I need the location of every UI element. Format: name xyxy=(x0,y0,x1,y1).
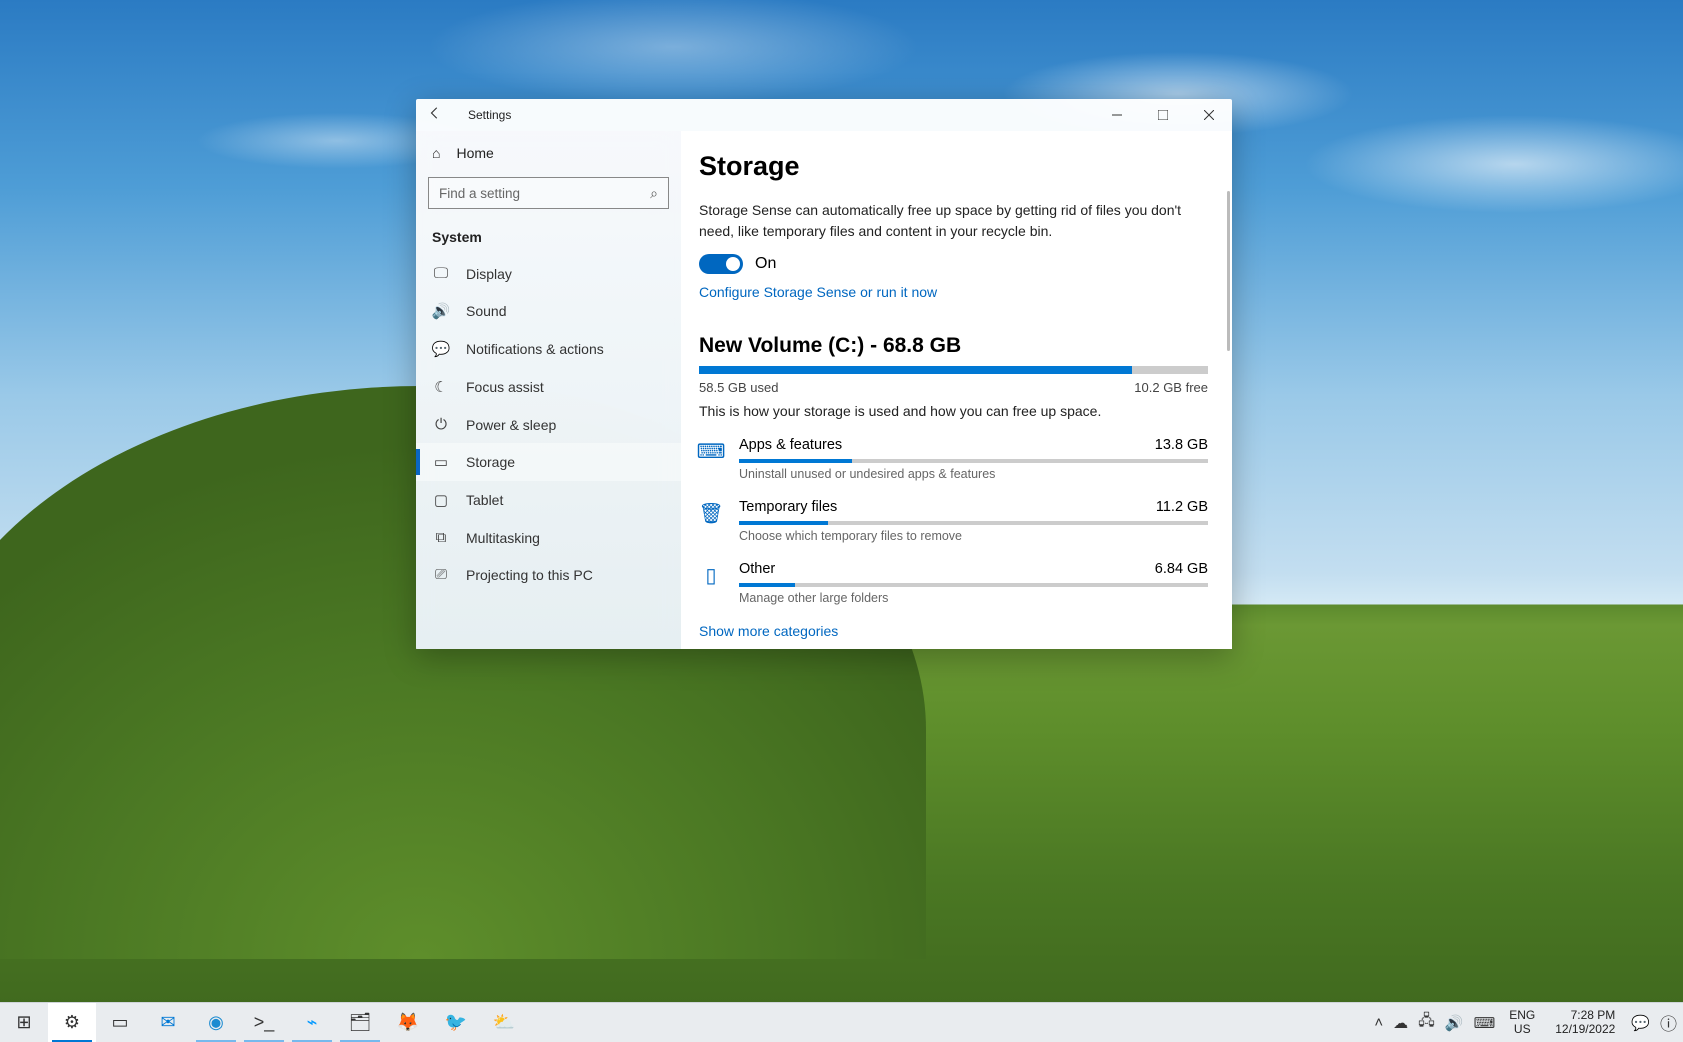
tablet-icon: ▢ xyxy=(432,491,450,509)
used-label: 58.5 GB used xyxy=(699,380,779,395)
focus-icon: ☾ xyxy=(432,378,450,396)
home-icon: ⌂ xyxy=(432,145,440,161)
settings-window: Settings ⌂ Home Find a setting ⌕ System … xyxy=(416,99,1232,649)
notifications-icon: 💬 xyxy=(432,340,450,358)
free-label: 10.2 GB free xyxy=(1134,380,1208,395)
page-title: Storage xyxy=(699,151,1208,182)
category-bar xyxy=(739,521,1208,525)
tray-keyboard-icon[interactable]: ⌨ xyxy=(1474,1014,1496,1032)
nav-item-power-sleep[interactable]: ⏻ Power & sleep xyxy=(416,406,681,443)
category-name: Apps & features xyxy=(739,437,842,453)
power-icon: ⏻ xyxy=(432,416,450,433)
category-bar xyxy=(739,583,1208,587)
configure-storage-sense-link[interactable]: Configure Storage Sense or run it now xyxy=(699,284,1208,300)
toggle-state-label: On xyxy=(755,255,776,273)
firefox-browser[interactable]: 🦊 xyxy=(384,1003,432,1042)
nav-label: Notifications & actions xyxy=(466,341,604,357)
nav-item-multitasking[interactable]: ⧉ Multitasking xyxy=(416,519,681,556)
minimize-button[interactable] xyxy=(1094,99,1140,131)
nav-label: Sound xyxy=(466,303,506,319)
terminal-app[interactable]: >_ xyxy=(240,1003,288,1042)
apps-icon: ⌨ xyxy=(699,439,723,463)
nav-label: Tablet xyxy=(466,492,503,508)
settings-content: Storage Storage Sense can automatically … xyxy=(681,131,1232,649)
nav-label: Display xyxy=(466,266,512,282)
volume-heading: New Volume (C:) - 68.8 GB xyxy=(699,334,1208,358)
category-tip: Uninstall unused or undesired apps & fea… xyxy=(739,467,1208,481)
storage-category-apps-features[interactable]: ⌨ Apps & features 13.8 GB Uninstall unused … xyxy=(699,437,1208,481)
nav-item-tablet[interactable]: ▢ Tablet xyxy=(416,481,681,519)
nav-item-sound[interactable]: 🔊 Sound xyxy=(416,292,681,330)
folder-icon: ▯ xyxy=(699,563,723,587)
settings-app[interactable]: ⚙ xyxy=(48,1003,96,1042)
nav-item-display[interactable]: 🖵 Display xyxy=(416,255,681,292)
display-icon: 🖵 xyxy=(432,265,450,282)
mail-app[interactable]: ✉ xyxy=(144,1003,192,1042)
tray-notifications-icon[interactable]: 💬 xyxy=(1631,1014,1650,1032)
category-size: 13.8 GB xyxy=(1155,437,1208,453)
vscode-app[interactable]: ⌁ xyxy=(288,1003,336,1042)
edge-browser[interactable]: ◉ xyxy=(192,1003,240,1042)
start-button[interactable]: ⊞ xyxy=(0,1003,48,1042)
back-button[interactable] xyxy=(428,106,460,125)
nav-item-focus-assist[interactable]: ☾ Focus assist xyxy=(416,368,681,406)
tray-clock[interactable]: 7:28 PM 12/19/2022 xyxy=(1549,1009,1621,1037)
tray-language[interactable]: ENG US xyxy=(1505,1009,1539,1037)
close-button[interactable] xyxy=(1186,99,1232,131)
nav-group-heading: System xyxy=(416,215,681,255)
storage-icon: ▭ xyxy=(432,453,450,471)
tray-accessibility-icon[interactable]: ⓘ xyxy=(1660,1010,1677,1035)
category-name: Temporary files xyxy=(739,499,837,515)
nav-label: Projecting to this PC xyxy=(466,567,593,583)
category-size: 6.84 GB xyxy=(1155,561,1208,577)
nav-item-storage[interactable]: ▭ Storage xyxy=(416,443,681,481)
nav-item-notifications-actions[interactable]: 💬 Notifications & actions xyxy=(416,330,681,368)
app-unknown-2[interactable]: ⛅ xyxy=(480,1003,528,1042)
nav-item-projecting-to-this-pc[interactable]: ⎚ Projecting to this PC xyxy=(416,556,681,593)
file-explorer[interactable]: 🗂 xyxy=(336,1003,384,1042)
nav-label: Multitasking xyxy=(466,530,540,546)
sound-icon: 🔊 xyxy=(432,302,450,320)
storage-sense-description: Storage Sense can automatically free up … xyxy=(699,200,1208,242)
tray-chevron-up-icon[interactable]: ˄ xyxy=(1374,1014,1383,1031)
home-nav[interactable]: ⌂ Home xyxy=(416,135,681,171)
usage-subtitle: This is how your storage is used and how… xyxy=(699,403,1208,419)
nav-label: Storage xyxy=(466,454,515,470)
category-tip: Choose which temporary files to remove xyxy=(739,529,1208,543)
multitasking-icon: ⧉ xyxy=(432,529,450,546)
nav-label: Power & sleep xyxy=(466,417,556,433)
scrollbar[interactable] xyxy=(1227,191,1230,351)
storage-category-temporary-files[interactable]: 🗑 Temporary files 11.2 GB Choose which temp… xyxy=(699,499,1208,543)
taskbar: ⊞⚙▭✉◉>_⌁🗂🦊🐦⛅ ˄ ☁ 🖧 🔊 ⌨ ENG US 7:28 PM 12… xyxy=(0,1002,1683,1042)
category-bar xyxy=(739,459,1208,463)
titlebar: Settings xyxy=(416,99,1232,131)
category-name: Other xyxy=(739,561,775,577)
nav-label: Focus assist xyxy=(466,379,544,395)
search-placeholder: Find a setting xyxy=(439,186,520,201)
search-input[interactable]: Find a setting ⌕ xyxy=(428,177,669,209)
system-tray: ˄ ☁ 🖧 🔊 ⌨ ENG US 7:28 PM 12/19/2022 💬 ⓘ xyxy=(1368,1003,1683,1042)
storage-category-other[interactable]: ▯ Other 6.84 GB Manage other large folders xyxy=(699,561,1208,605)
task-view[interactable]: ▭ xyxy=(96,1003,144,1042)
search-icon: ⌕ xyxy=(650,185,658,202)
tray-network-icon[interactable]: 🖧 xyxy=(1418,1010,1435,1035)
volume-usage-bar xyxy=(699,366,1208,374)
tray-volume-icon[interactable]: 🔊 xyxy=(1445,1014,1464,1032)
window-title: Settings xyxy=(468,108,511,122)
show-more-categories-link[interactable]: Show more categories xyxy=(699,623,1208,639)
category-size: 11.2 GB xyxy=(1156,499,1208,515)
projecting-icon: ⎚ xyxy=(432,566,450,583)
storage-sense-toggle[interactable] xyxy=(699,254,743,274)
category-tip: Manage other large folders xyxy=(739,591,1208,605)
trash-icon: 🗑 xyxy=(699,501,723,525)
home-label: Home xyxy=(456,145,493,161)
settings-sidebar: ⌂ Home Find a setting ⌕ System 🖵 Display 🔊… xyxy=(416,131,681,649)
app-unknown-1[interactable]: 🐦 xyxy=(432,1003,480,1042)
maximize-button[interactable] xyxy=(1140,99,1186,131)
tray-onedrive-icon[interactable]: ☁ xyxy=(1393,1014,1408,1032)
